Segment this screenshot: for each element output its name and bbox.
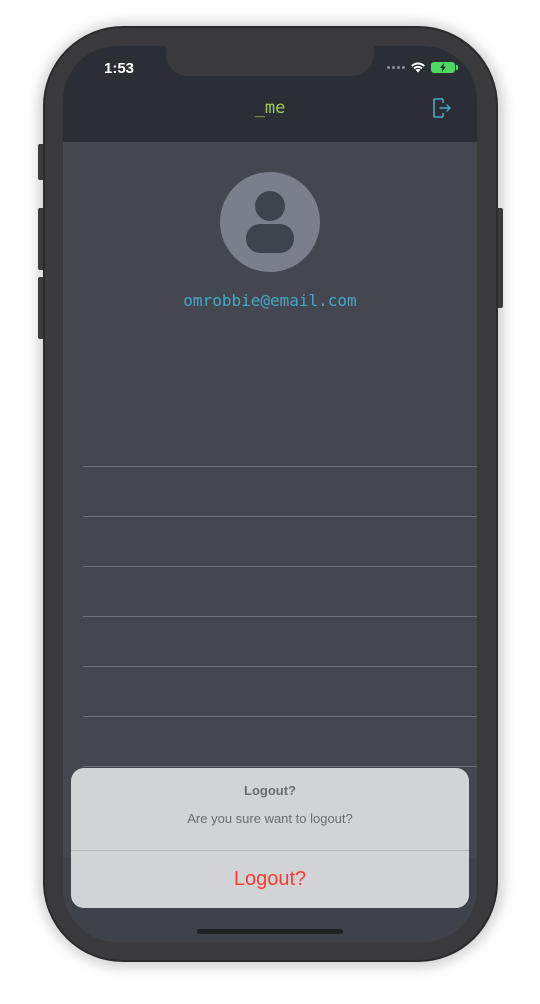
list-item[interactable] <box>83 716 477 766</box>
page-title: _me <box>254 98 286 118</box>
list-item[interactable] <box>83 666 477 716</box>
list-item[interactable] <box>83 516 477 566</box>
wifi-icon <box>411 62 425 73</box>
home-indicator[interactable] <box>197 929 343 934</box>
alert-message: Are you sure want to logout? <box>187 811 353 826</box>
list-item[interactable] <box>83 616 477 666</box>
status-indicators <box>387 61 458 73</box>
alert-title: Logout? <box>244 783 296 798</box>
profile-list <box>83 466 477 816</box>
device-notch <box>166 46 374 76</box>
avatar <box>220 172 320 272</box>
logout-confirm-button[interactable]: Logout? <box>71 851 469 908</box>
person-icon <box>246 191 294 253</box>
user-email: omrobbie@email.com <box>183 291 357 310</box>
list-item[interactable] <box>83 566 477 616</box>
logout-action-sheet: Logout? Are you sure want to logout? Log… <box>71 768 469 908</box>
list-item[interactable] <box>83 466 477 516</box>
logout-icon[interactable] <box>430 97 452 119</box>
battery-icon <box>431 61 458 73</box>
status-time: 1:53 <box>104 60 135 77</box>
signal-icon <box>387 65 405 69</box>
